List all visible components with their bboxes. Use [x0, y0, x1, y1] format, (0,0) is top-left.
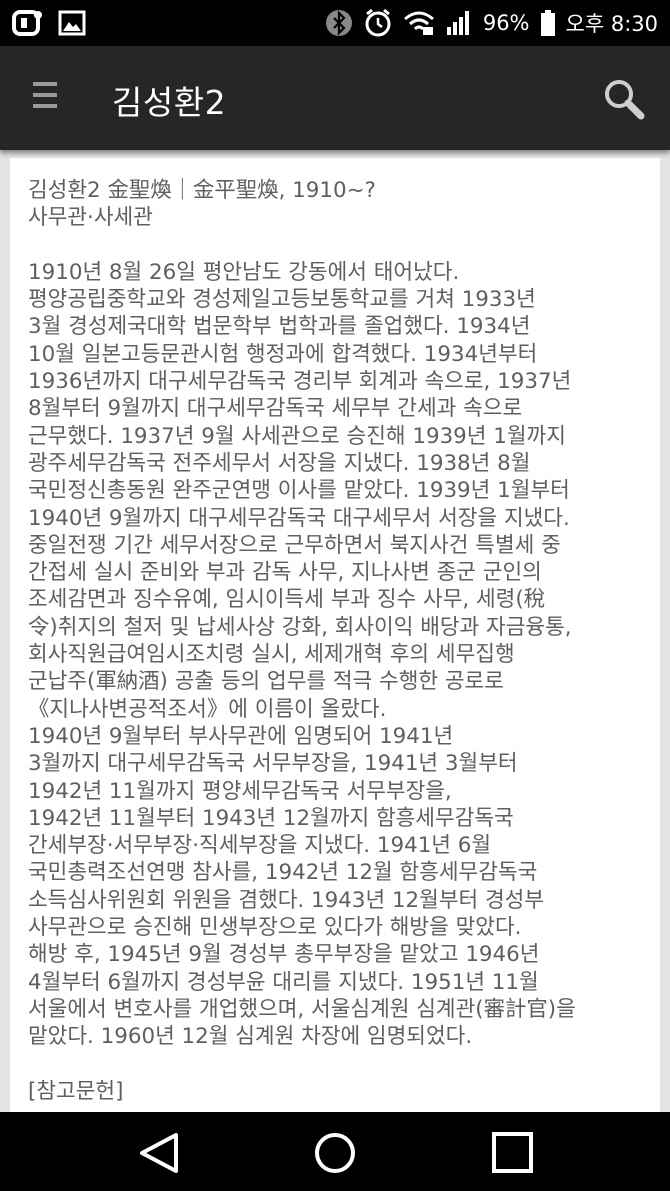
status-bar: 96% 오후 8:30	[0, 0, 670, 46]
gallery-icon	[58, 9, 86, 37]
article-body-line: 1940년 9월부터 부사무관에 임명되어 1941년	[28, 723, 454, 749]
article-body-line: 군납주(軍納酒) 공출 등의 업무를 적극 수행한 공로로	[28, 669, 504, 695]
article-body-line: 令)취지의 철저 및 납세사상 강화, 회사이익 배당과 자금융통,	[28, 614, 572, 640]
article-body-line: 국민총력조선연맹 참사를, 1942년 12월 함흥세무감독국	[28, 860, 538, 886]
app-title: 김성환2	[112, 83, 227, 122]
article-body-line: 《지나사변공적조서》에 이름이 올랐다.	[28, 696, 387, 722]
article-body-line: 8월부터 9월까지 대구세무감독국 세무부 간세과 속으로	[28, 396, 523, 422]
article-body-line: 국민정신총동원 완주군연맹 이사를 맡았다. 1939년 1월부터	[28, 478, 570, 504]
article-body-line: 3월 경성제국대학 법문학부 법학과를 졸업했다. 1934년	[28, 314, 531, 340]
article-body-line: 서울에서 변호사를 개업했으며, 서울심계원 심계관(審計官)을	[28, 996, 576, 1022]
status-time: 오후 8:30	[565, 12, 658, 36]
references-heading: [참고문헌]	[28, 1078, 124, 1104]
article-body-line: 간세부장·서무부장·직세부장을 지냈다. 1941년 6월	[28, 833, 492, 859]
bluetooth-icon	[325, 9, 353, 37]
article-text: 김성환2 金聖煥｜金平聖煥, 1910~? 사무관·사세관 1910년 8월 2…	[28, 177, 653, 1105]
back-triangle-icon[interactable]	[136, 1131, 182, 1175]
article-body-line: 1942년 11월부터 1943년 12월까지 함흥세무감독국	[28, 805, 514, 831]
uplus-icon	[12, 9, 44, 37]
alarm-icon	[363, 8, 393, 38]
battery-percent: 96%	[482, 11, 530, 35]
article-body-line: 중일전쟁 기간 세무서장으로 근무하면서 북지사건 특별세 중	[28, 532, 561, 558]
article-body-line: 사무관으로 승진해 민생부장으로 있다가 해방을 맞았다.	[28, 915, 522, 941]
article-body-line: 광주세무감독국 전주세무서 서장을 지냈다. 1938년 8월	[28, 450, 531, 476]
article-body-line: 소득심사위원회 위원을 겸했다. 1943년 12월부터 경성부	[28, 887, 545, 913]
article-body-line: 해방 후, 1945년 9월 경성부 총무부장을 맡았고 1946년	[28, 942, 540, 968]
app-bar: 김성환2	[0, 46, 670, 150]
article-body-line: 평양공립중학교와 경성제일고등보통학교를 거쳐 1933년	[28, 287, 536, 313]
article-body: 1910년 8월 26일 평안남도 강동에서 태어났다. 평양공립중학교와 경성제…	[28, 259, 653, 1051]
article-body-line: 1940년 9월까지 대구세무감독국 대구세무서 서장을 지냈다.	[28, 505, 570, 531]
article-header-line: 사무관·사세관	[28, 205, 153, 231]
screen: 96% 오후 8:30 김성환2 김성환2 金聖煥｜金平聖煥, 1910~? 사…	[0, 0, 670, 1191]
article-card: 김성환2 金聖煥｜金平聖煥, 1910~? 사무관·사세관 1910년 8월 2…	[10, 158, 660, 1112]
home-circle-icon[interactable]	[313, 1131, 359, 1175]
article-body-line: 근무했다. 1937년 9월 사세관으로 승진해 1939년 1월까지	[28, 423, 566, 449]
article-body-line: 회사직원급여임시조치령 실시, 세제개혁 후의 세무집행	[28, 642, 515, 668]
wifi-icon	[403, 9, 435, 37]
signal-icon	[445, 9, 473, 37]
article-body-line: 4월부터 6월까지 경성부윤 대리를 지냈다. 1951년 11월	[28, 969, 539, 995]
search-icon[interactable]	[602, 77, 646, 121]
article-body-line: 1910년 8월 26일 평안남도 강동에서 태어났다.	[28, 259, 460, 285]
article-header-line: 김성환2 金聖煥｜金平聖煥, 1910~?	[28, 178, 376, 203]
battery-icon	[540, 9, 556, 37]
article-body-line: 간접세 실시 준비와 부과 감독 사무, 지나사변 종군 군인의	[28, 560, 542, 586]
article-body-line: 맡았다. 1960년 12월 심계원 차장에 임명되었다.	[28, 1024, 473, 1050]
hamburger-menu-icon[interactable]	[33, 82, 59, 114]
article-body-line: 3월까지 대구세무감독국 서무부장을, 1941년 3월부터	[28, 751, 518, 777]
recents-square-icon[interactable]	[490, 1131, 536, 1175]
article-body-line: 1936년까지 대구세무감독국 경리부 회계과 속으로, 1937년	[28, 369, 572, 395]
article-body-line: 1942년 11월까지 평양세무감독국 서무부장을,	[28, 778, 452, 804]
article-body-line: 10월 일본고등문관시험 행정과에 합격했다. 1934년부터	[28, 341, 538, 367]
article-body-line: 조세감면과 징수유예, 임시이득세 부과 징수 사무, 세령(稅	[28, 587, 546, 613]
navigation-bar	[0, 1112, 670, 1191]
